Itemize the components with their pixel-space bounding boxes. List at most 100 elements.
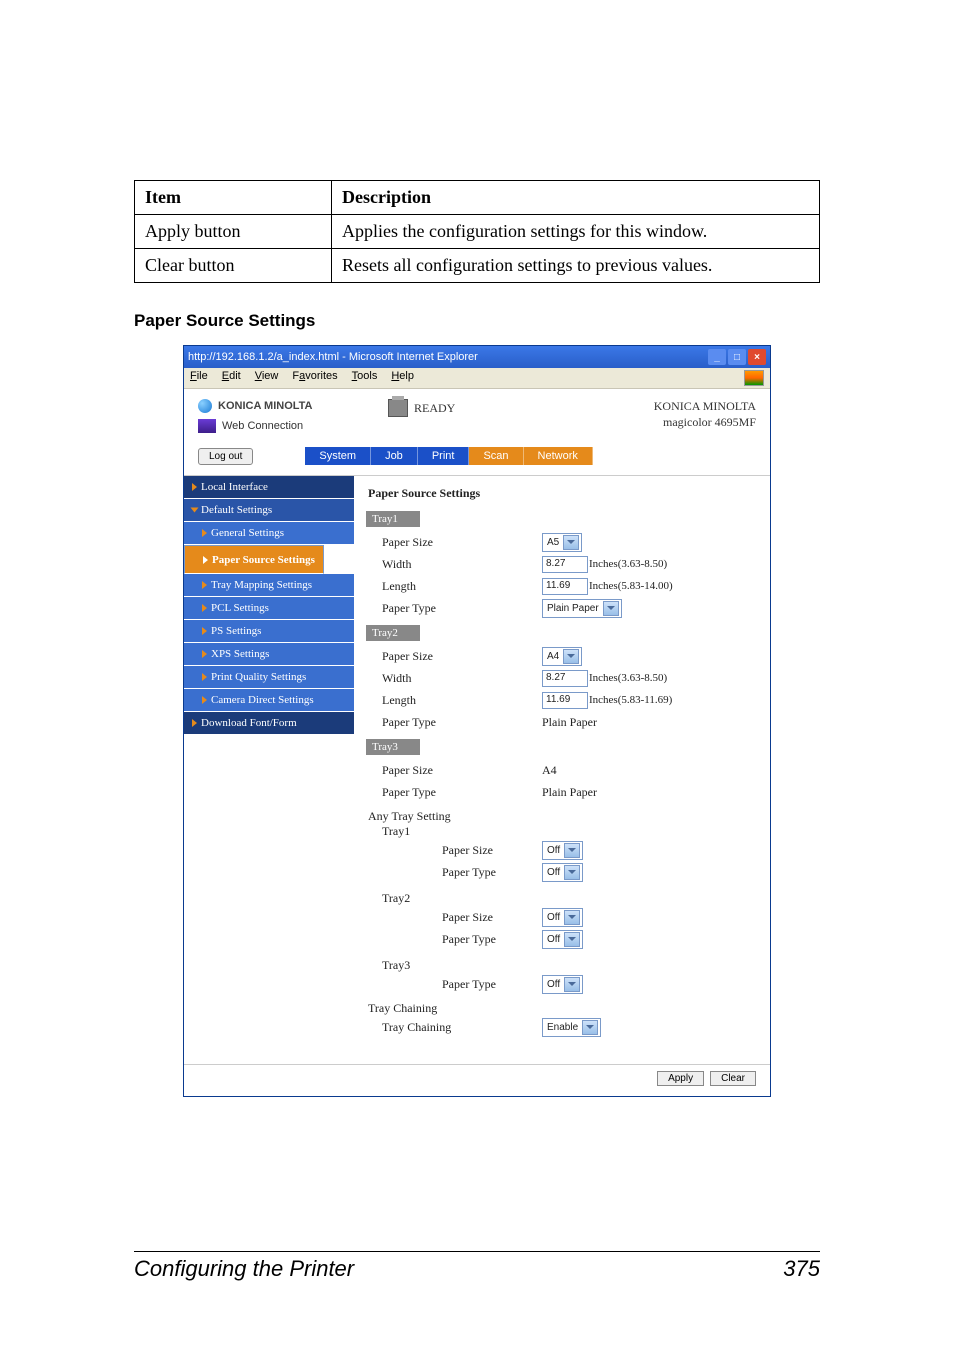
sidebar-item-paper-source-settings[interactable]: Paper Source Settings — [184, 545, 324, 574]
tab-job[interactable]: Job — [371, 447, 418, 465]
sidebar-item-general-settings[interactable]: General Settings — [184, 522, 354, 545]
tray2-width-input[interactable]: 8.27 — [542, 670, 588, 687]
cell-desc: Applies the configuration settings for t… — [332, 215, 820, 249]
tray-chaining-label: Tray Chaining — [382, 1020, 542, 1035]
tray1-heading: Tray1 — [366, 511, 420, 527]
tray3-papersize-label: Paper Size — [382, 763, 542, 778]
tray2-width-unit: Inches(3.63-8.50) — [589, 672, 667, 684]
tray1-length-input[interactable]: 11.69 — [542, 578, 588, 595]
tray1-length-label: Length — [382, 579, 542, 594]
sidebar-item-print-quality-settings[interactable]: Print Quality Settings — [184, 666, 354, 689]
any-tray2-papersize-select[interactable]: Off — [542, 908, 583, 927]
tray3-papertype-label: Paper Type — [382, 785, 542, 800]
tray1-papersize-select[interactable]: A5 — [542, 533, 582, 552]
any-tray3-label: Tray3 — [382, 958, 756, 973]
sidebar-item-pcl-settings[interactable]: PCL Settings — [184, 597, 354, 620]
any-tray1-papertype-select[interactable]: Off — [542, 863, 583, 882]
any-tray2-papertype-label: Paper Type — [442, 932, 542, 947]
tray3-papersize-value: A4 — [542, 763, 557, 778]
sidebar-item-default-settings[interactable]: Default Settings — [184, 499, 354, 522]
any-tray2-label: Tray2 — [382, 891, 756, 906]
window-titlebar: http://192.168.1.2/a_index.html - Micros… — [184, 346, 770, 368]
tray2-papertype-label: Paper Type — [382, 715, 542, 730]
cell-item: Clear button — [135, 249, 332, 283]
logout-button[interactable]: Log out — [198, 448, 253, 465]
tray3-papertype-value: Plain Paper — [542, 785, 597, 800]
tray2-papertype-value: Plain Paper — [542, 715, 597, 730]
table-row: Clear button Resets all configuration se… — [135, 249, 820, 283]
cell-desc: Resets all configuration settings to pre… — [332, 249, 820, 283]
tray1-width-label: Width — [382, 557, 542, 572]
tray2-papersize-select[interactable]: A4 — [542, 647, 582, 666]
th-desc: Description — [332, 181, 820, 215]
footer-title: Configuring the Printer — [134, 1256, 354, 1282]
sidebar-item-xps-settings[interactable]: XPS Settings — [184, 643, 354, 666]
maximize-icon[interactable]: □ — [728, 349, 746, 365]
minimize-icon[interactable]: _ — [708, 349, 726, 365]
sidebar-item-ps-settings[interactable]: PS Settings — [184, 620, 354, 643]
menu-edit[interactable]: Edit — [222, 370, 241, 386]
menu-help[interactable]: Help — [391, 370, 414, 386]
any-tray1-papersize-select[interactable]: Off — [542, 841, 583, 860]
content-pane: Paper Source Settings Tray1 Paper Size A… — [354, 476, 770, 1058]
any-tray2-papersize-label: Paper Size — [442, 910, 542, 925]
menu-favorites[interactable]: Favorites — [292, 370, 337, 386]
tray1-width-unit: Inches(3.63-8.50) — [589, 558, 667, 570]
content-title: Paper Source Settings — [368, 486, 756, 501]
tray-chaining-select[interactable]: Enable — [542, 1018, 601, 1037]
menu-view[interactable]: View — [255, 370, 279, 386]
any-tray3-papertype-select[interactable]: Off — [542, 975, 583, 994]
tray1-papersize-label: Paper Size — [382, 535, 542, 550]
chevron-down-icon — [563, 535, 579, 550]
tray2-papersize-label: Paper Size — [382, 649, 542, 664]
any-tray1-label: Tray1 — [382, 824, 756, 839]
printer-icon — [388, 399, 408, 417]
chevron-down-icon — [564, 865, 580, 880]
tray1-papertype-label: Paper Type — [382, 601, 542, 616]
page-footer: Configuring the Printer 375 — [134, 1251, 820, 1282]
sidebar-item-download-font-form[interactable]: Download Font/Form — [184, 712, 354, 735]
menu-file[interactable]: File — [190, 370, 208, 386]
chevron-down-icon — [564, 910, 580, 925]
sidebar: Local Interface Default Settings General… — [184, 476, 354, 1058]
th-item: Item — [135, 181, 332, 215]
tray2-length-input[interactable]: 11.69 — [542, 692, 588, 709]
sidebar-item-tray-mapping-settings[interactable]: Tray Mapping Settings — [184, 574, 354, 597]
menu-bar[interactable]: File Edit View Favorites Tools Help — [184, 368, 770, 389]
page-number: 375 — [783, 1256, 820, 1282]
tab-network[interactable]: Network — [524, 447, 593, 465]
sidebar-item-local-interface[interactable]: Local Interface — [184, 476, 354, 499]
close-icon[interactable]: × — [748, 349, 766, 365]
tab-system[interactable]: System — [305, 447, 371, 465]
table-row: Apply button Applies the configuration s… — [135, 215, 820, 249]
cell-item: Apply button — [135, 215, 332, 249]
clear-button[interactable]: Clear — [710, 1071, 756, 1086]
any-tray3-papertype-label: Paper Type — [442, 977, 542, 992]
tray1-width-input[interactable]: 8.27 — [542, 556, 588, 573]
tab-print[interactable]: Print — [418, 447, 470, 465]
tab-scan[interactable]: Scan — [469, 447, 523, 465]
tray2-length-label: Length — [382, 693, 542, 708]
browser-window: http://192.168.1.2/a_index.html - Micros… — [183, 345, 771, 1097]
chevron-down-icon — [564, 977, 580, 992]
ie-throbber-icon — [744, 370, 764, 386]
any-tray2-papertype-select[interactable]: Off — [542, 930, 583, 949]
tray1-length-unit: Inches(5.83-14.00) — [589, 580, 673, 592]
chevron-down-icon — [564, 932, 580, 947]
apply-button[interactable]: Apply — [657, 1071, 704, 1086]
tray1-papertype-select[interactable]: Plain Paper — [542, 599, 622, 618]
tray3-heading: Tray3 — [366, 739, 420, 755]
device-info: KONICA MINOLTA magicolor 4695MF — [488, 399, 756, 430]
chevron-down-icon — [582, 1020, 598, 1035]
pagescope-icon — [198, 419, 216, 433]
tray2-length-unit: Inches(5.83-11.69) — [589, 694, 672, 706]
window-title: http://192.168.1.2/a_index.html - Micros… — [188, 351, 706, 363]
chevron-down-icon — [564, 843, 580, 858]
sidebar-item-camera-direct-settings[interactable]: Camera Direct Settings — [184, 689, 354, 712]
tray-chaining-heading: Tray Chaining — [368, 1001, 756, 1016]
tray2-heading: Tray2 — [366, 625, 420, 641]
any-tray1-papersize-label: Paper Size — [442, 843, 542, 858]
chevron-down-icon — [563, 649, 579, 664]
menu-tools[interactable]: Tools — [352, 370, 378, 386]
status-ready: READY — [388, 399, 488, 417]
